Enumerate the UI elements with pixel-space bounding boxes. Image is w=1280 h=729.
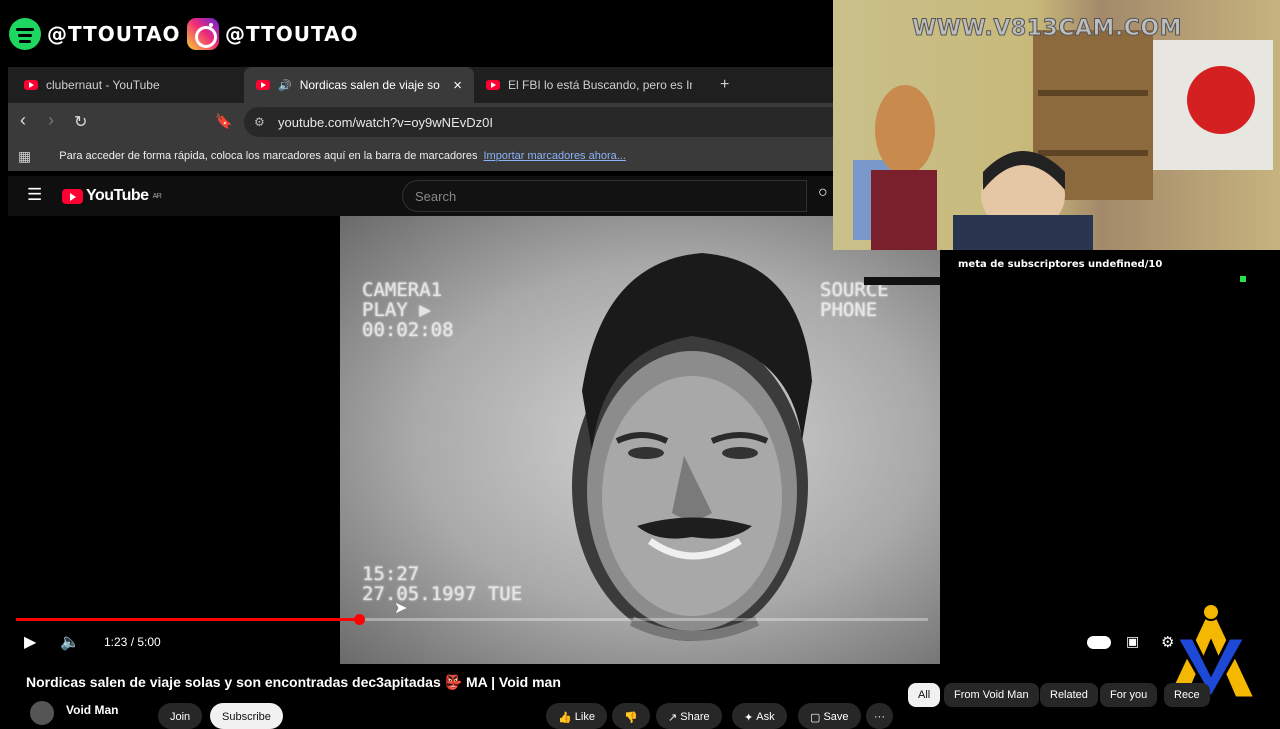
youtube-logo-text: YouTube — [86, 187, 149, 204]
share-icon: ↗ — [668, 712, 678, 724]
like-icon: 👍 — [558, 712, 572, 724]
video-frame[interactable]: CAMERA1 PLAY ▶ 00:02:08 SOURCE PHONE 15:… — [340, 216, 940, 664]
search-icon[interactable]: ○ — [818, 184, 828, 202]
like-button[interactable]: 👍 Like — [546, 703, 607, 729]
like-label: Like — [574, 711, 595, 723]
reload-icon[interactable]: ↻ — [74, 112, 87, 132]
youtube-favicon-icon — [24, 80, 38, 90]
more-actions-button[interactable]: ··· — [866, 703, 893, 729]
vhs-overlay-top-right: SOURCE PHONE — [820, 280, 889, 320]
new-tab-button[interactable]: + — [708, 67, 741, 103]
channel-avatar[interactable] — [30, 701, 54, 725]
time-display: 1:23 / 5:00 — [104, 635, 161, 649]
forward-icon[interactable]: › — [48, 110, 54, 131]
share-button[interactable]: ↗ Share — [656, 703, 722, 729]
scrubber-handle[interactable] — [354, 614, 365, 625]
youtube-logo[interactable]: YouTube AR — [62, 187, 162, 205]
vhs-camera-label: CAMERA1 — [362, 279, 443, 301]
autoplay-toggle[interactable] — [1087, 636, 1111, 649]
tab-label: Nordicas salen de viaje solas y — [299, 78, 440, 92]
spotify-icon — [9, 18, 41, 50]
goal-indicator-icon — [1240, 276, 1246, 282]
site-info-icon[interactable]: ⚙ — [254, 115, 265, 129]
video-title: Nordicas salen de viaje solas y son enco… — [26, 674, 561, 690]
spotify-handle: @TTOUTAO — [47, 22, 181, 46]
import-bookmarks-link[interactable]: Importar marcadores ahora... — [483, 150, 625, 162]
search-placeholder: Search — [415, 188, 457, 204]
share-label: Share — [680, 711, 710, 723]
channel-name[interactable]: Void Man — [66, 703, 118, 717]
webcam-overlay: WWW.V813CAM.COM — [833, 0, 1280, 250]
dislike-button[interactable]: 👎 — [612, 703, 650, 729]
save-button[interactable]: ▢ Save — [798, 703, 861, 729]
youtube-logo-icon — [62, 188, 83, 204]
chip-for-you[interactable]: For you — [1100, 683, 1158, 707]
url-text: youtube.com/watch?v=oy9wNEvDz0I — [278, 114, 493, 130]
ask-button[interactable]: ✦ Ask — [732, 703, 787, 729]
chip-related[interactable]: Related — [1040, 683, 1098, 707]
save-icon: ▢ — [810, 712, 821, 724]
chip-from-channel[interactable]: From Void Man — [944, 683, 1039, 707]
vhs-overlay-top-left: CAMERA1 PLAY ▶ 00:02:08 — [362, 280, 454, 340]
back-icon[interactable]: ‹ — [20, 110, 26, 131]
vhs-phone-label: PHONE — [820, 299, 878, 321]
captions-icon[interactable]: ▣ — [1126, 633, 1139, 650]
vhs-counter: 00:02:08 — [362, 319, 454, 341]
volume-icon[interactable]: 🔈 — [60, 632, 80, 652]
spotify-handle-group: @TTOUTAO — [9, 14, 181, 54]
instagram-handle-group: @TTOUTAO — [187, 14, 359, 54]
vhs-time: 15:27 — [362, 563, 420, 585]
youtube-favicon-icon — [486, 80, 500, 90]
tab-clubernaut[interactable]: clubernaut - YouTube — [12, 67, 244, 103]
play-icon[interactable]: ▶ — [24, 632, 36, 652]
cam-watermark: WWW.V813CAM.COM — [912, 16, 1182, 42]
progress-fill — [16, 618, 359, 621]
chip-all[interactable]: All — [908, 683, 941, 707]
mouse-cursor-icon: ➤ — [394, 600, 408, 617]
chip-recent[interactable]: Rece — [1164, 683, 1210, 707]
tab-fbi[interactable]: El FBI lo está Buscando, pero es Impo — [474, 67, 704, 103]
save-label: Save — [823, 711, 849, 723]
ask-icon: ✦ — [744, 712, 754, 724]
dislike-icon: 👎 — [624, 712, 638, 724]
ask-label: Ask — [756, 711, 775, 723]
subscribe-button[interactable]: Subscribe — [210, 703, 283, 729]
join-button[interactable]: Join — [158, 703, 203, 729]
youtube-favicon-icon — [256, 80, 270, 90]
vhs-date: 27.05.1997 TUE — [362, 583, 523, 605]
instagram-handle: @TTOUTAO — [225, 22, 359, 46]
address-bar-row: ‹ › ↻ 🔖 ⚙ youtube.com/watch?v=oy9wNEvDz0… — [8, 103, 864, 141]
apps-grid-icon[interactable]: ▦ — [18, 148, 31, 165]
subscriber-goal: meta de subscriptores undefined/10 — [958, 259, 1163, 270]
portrait-image — [572, 253, 812, 641]
close-tab-icon[interactable]: × — [453, 77, 462, 94]
bookmarks-bar: ▦ Para acceder de forma rápida, coloca l… — [8, 141, 833, 171]
tab-nordicas[interactable]: 🔊 Nordicas salen de viaje solas y × — [244, 67, 474, 103]
overlay-divider — [864, 277, 940, 285]
bookmarks-hint: Para acceder de forma rápida, coloca los… — [59, 150, 478, 162]
vhs-overlay-bottom: 15:27 27.05.1997 TUE — [362, 564, 522, 604]
url-input[interactable]: ⚙ youtube.com/watch?v=oy9wNEvDz0I — [244, 107, 864, 137]
bookmark-icon[interactable]: 🔖 — [215, 113, 232, 130]
search-input[interactable]: Search — [402, 180, 807, 212]
region-code: AR — [152, 192, 162, 200]
youtube-header: ☰ YouTube AR Search ○ — [8, 176, 833, 216]
vhs-play-label: PLAY ▶ — [362, 299, 431, 321]
tab-label: El FBI lo está Buscando, pero es Impo — [508, 78, 692, 92]
instagram-icon — [187, 18, 219, 50]
speaker-icon[interactable]: 🔊 — [278, 79, 292, 92]
tab-label: clubernaut - YouTube — [46, 78, 160, 92]
menu-icon[interactable]: ☰ — [27, 185, 42, 205]
browser-tab-bar: clubernaut - YouTube 🔊 Nordicas salen de… — [8, 67, 833, 103]
